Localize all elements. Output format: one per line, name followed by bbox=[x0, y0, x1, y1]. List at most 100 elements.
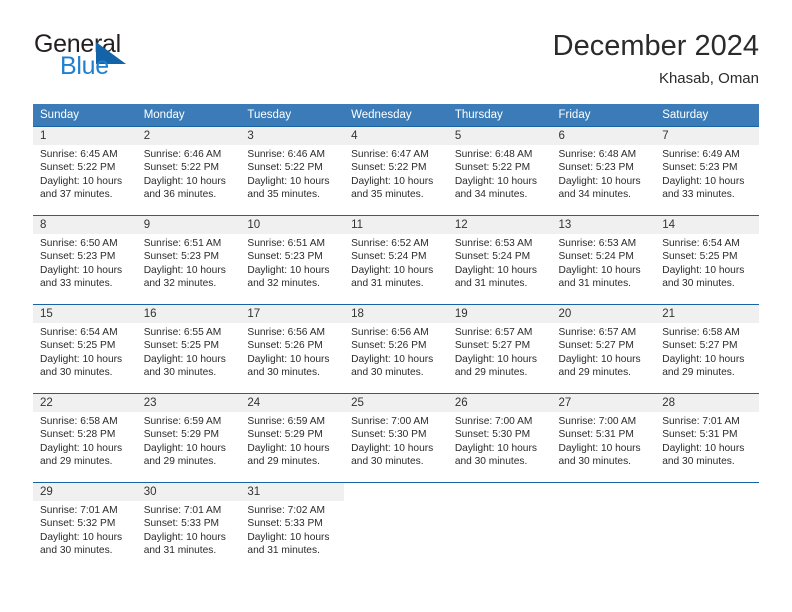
day-cell[interactable]: 11 Sunrise: 6:52 AM Sunset: 5:24 PM Dayligh… bbox=[344, 215, 448, 304]
day-cell-empty bbox=[447, 482, 552, 571]
sunset-text: Sunset: 5:22 PM bbox=[351, 162, 427, 174]
day-number: 17 bbox=[240, 305, 345, 323]
sunset-text: Sunset: 5:33 PM bbox=[143, 518, 220, 530]
day-cell[interactable]: 16 Sunrise: 6:55 AM Sunset: 5:25 PM Dayligh… bbox=[136, 304, 241, 393]
sunset-text: Sunset: 5:27 PM bbox=[558, 340, 634, 352]
day-cell[interactable]: 1 Sunrise: 6:45 AM Sunset: 5:22 PM Daylight… bbox=[33, 126, 137, 215]
day-cell[interactable]: 17 Sunrise: 6:56 AM Sunset: 5:26 PM Dayligh… bbox=[240, 304, 345, 393]
day-cell[interactable]: 8 Sunrise: 6:50 AM Sunset: 5:23 PM Daylight… bbox=[33, 215, 137, 304]
daylight-text-line2: and 30 minutes. bbox=[662, 456, 735, 468]
day-info: Sunrise: 6:51 AM Sunset: 5:23 PM Daylight:… bbox=[137, 234, 241, 291]
day-number: 14 bbox=[655, 216, 759, 234]
sunset-text: Sunset: 5:22 PM bbox=[454, 162, 531, 174]
day-number: 20 bbox=[551, 305, 656, 323]
day-number: 8 bbox=[33, 216, 137, 234]
day-cell[interactable]: 14 Sunrise: 6:54 AM Sunset: 5:25 PM Dayligh… bbox=[655, 215, 759, 304]
day-number: 16 bbox=[136, 305, 241, 323]
day-cell[interactable]: 5 Sunrise: 6:48 AM Sunset: 5:22 PM Daylight… bbox=[447, 126, 552, 215]
day-cell[interactable]: 15 Sunrise: 6:54 AM Sunset: 5:25 PM Dayligh… bbox=[33, 304, 137, 393]
day-number: 2 bbox=[136, 127, 241, 145]
calendar-cell: 8 Sunrise: 6:50 AM Sunset: 5:23 PM Daylight… bbox=[33, 215, 137, 304]
day-cell[interactable]: 23 Sunrise: 6:59 AM Sunset: 5:29 PM Dayligh… bbox=[136, 393, 241, 482]
day-info: Sunrise: 7:02 AM Sunset: 5:33 PM Daylight:… bbox=[240, 501, 344, 558]
calendar-cell: 6 Sunrise: 6:48 AM Sunset: 5:23 PM Daylight… bbox=[551, 126, 656, 215]
day-info: Sunrise: 6:54 AM Sunset: 5:25 PM Daylight:… bbox=[655, 234, 759, 291]
day-cell[interactable]: 27 Sunrise: 7:00 AM Sunset: 5:31 PM Dayligh… bbox=[551, 393, 656, 482]
day-info: Sunrise: 6:56 AM Sunset: 5:26 PM Daylight:… bbox=[240, 323, 344, 380]
daylight-text-line2: and 35 minutes. bbox=[247, 189, 320, 201]
sunrise-text: Sunrise: 6:54 AM bbox=[662, 238, 740, 249]
day-cell[interactable]: 28 Sunrise: 7:01 AM Sunset: 5:31 PM Dayligh… bbox=[655, 393, 759, 482]
day-number: 3 bbox=[240, 127, 345, 145]
sunrise-text: Sunrise: 6:56 AM bbox=[247, 327, 325, 338]
day-cell[interactable]: 9 Sunrise: 6:51 AM Sunset: 5:23 PM Daylight… bbox=[136, 215, 241, 304]
calendar-cell: 29 Sunrise: 7:01 AM Sunset: 5:32 PM Dayligh… bbox=[33, 482, 137, 571]
calendar-cell: 5 Sunrise: 6:48 AM Sunset: 5:22 PM Daylight… bbox=[447, 126, 552, 215]
day-number: 23 bbox=[136, 394, 241, 412]
daylight-text-line2: and 32 minutes. bbox=[143, 278, 217, 290]
daylight-text-line2: and 31 minutes. bbox=[351, 278, 424, 290]
day-cell[interactable]: 3 Sunrise: 6:46 AM Sunset: 5:22 PM Daylight… bbox=[240, 126, 345, 215]
day-cell[interactable]: 30 Sunrise: 7:01 AM Sunset: 5:33 PM Dayligh… bbox=[136, 482, 241, 571]
day-cell[interactable]: 29 Sunrise: 7:01 AM Sunset: 5:32 PM Dayligh… bbox=[33, 482, 137, 571]
daylight-text-line2: and 31 minutes. bbox=[558, 278, 632, 290]
day-cell[interactable]: 22 Sunrise: 6:58 AM Sunset: 5:28 PM Dayligh… bbox=[33, 393, 137, 482]
daylight-text-line1: Daylight: 10 hours bbox=[558, 175, 641, 187]
sunrise-text: Sunrise: 6:51 AM bbox=[247, 238, 325, 249]
daylight-text-line2: and 30 minutes. bbox=[40, 367, 113, 379]
calendar-grid: Sunday Monday Tuesday Wednesday Thursday… bbox=[33, 104, 759, 571]
day-cell[interactable]: 19 Sunrise: 6:57 AM Sunset: 5:27 PM Dayligh… bbox=[447, 304, 552, 393]
weekday-header-wednesday: Wednesday bbox=[344, 104, 448, 126]
day-cell[interactable]: 13 Sunrise: 6:53 AM Sunset: 5:24 PM Dayligh… bbox=[551, 215, 656, 304]
day-cell[interactable]: 4 Sunrise: 6:47 AM Sunset: 5:22 PM Daylight… bbox=[344, 126, 448, 215]
calendar-cell: 26 Sunrise: 7:00 AM Sunset: 5:30 PM Dayligh… bbox=[447, 393, 552, 482]
sunrise-text: Sunrise: 6:46 AM bbox=[247, 149, 325, 160]
day-cell[interactable]: 25 Sunrise: 7:00 AM Sunset: 5:30 PM Dayligh… bbox=[344, 393, 448, 482]
daylight-text-line2: and 37 minutes. bbox=[40, 189, 113, 201]
sunset-text: Sunset: 5:30 PM bbox=[351, 429, 427, 441]
daylight-text-line1: Daylight: 10 hours bbox=[247, 442, 330, 454]
daylight-text-line1: Daylight: 10 hours bbox=[662, 353, 745, 365]
daylight-text-line1: Daylight: 10 hours bbox=[247, 353, 330, 365]
calendar-cell: 21 Sunrise: 6:58 AM Sunset: 5:27 PM Dayligh… bbox=[655, 304, 759, 393]
sunrise-text: Sunrise: 6:51 AM bbox=[143, 238, 222, 249]
day-cell[interactable]: 2 Sunrise: 6:46 AM Sunset: 5:22 PM Daylight… bbox=[136, 126, 241, 215]
day-cell[interactable]: 24 Sunrise: 6:59 AM Sunset: 5:29 PM Dayligh… bbox=[240, 393, 345, 482]
calendar-cell: 13 Sunrise: 6:53 AM Sunset: 5:24 PM Dayligh… bbox=[551, 215, 656, 304]
day-cell[interactable]: 31 Sunrise: 7:02 AM Sunset: 5:33 PM Dayligh… bbox=[240, 482, 345, 571]
sunrise-text: Sunrise: 6:55 AM bbox=[143, 327, 222, 338]
day-cell[interactable]: 6 Sunrise: 6:48 AM Sunset: 5:23 PM Daylight… bbox=[551, 126, 656, 215]
daylight-text-line1: Daylight: 10 hours bbox=[662, 442, 745, 454]
sunrise-text: Sunrise: 6:47 AM bbox=[351, 149, 429, 160]
day-cell[interactable]: 10 Sunrise: 6:51 AM Sunset: 5:23 PM Dayligh… bbox=[240, 215, 345, 304]
day-number: 6 bbox=[551, 127, 656, 145]
calendar-cell: 15 Sunrise: 6:54 AM Sunset: 5:25 PM Dayligh… bbox=[33, 304, 137, 393]
daylight-text-line2: and 29 minutes. bbox=[40, 456, 113, 468]
sunrise-text: Sunrise: 6:48 AM bbox=[454, 149, 533, 160]
sunset-text: Sunset: 5:30 PM bbox=[454, 429, 531, 441]
brand-logo[interactable]: General Blue bbox=[33, 28, 263, 90]
day-cell[interactable]: 18 Sunrise: 6:56 AM Sunset: 5:26 PM Dayligh… bbox=[344, 304, 448, 393]
day-info: Sunrise: 7:01 AM Sunset: 5:33 PM Daylight:… bbox=[137, 501, 241, 558]
daylight-text-line1: Daylight: 10 hours bbox=[454, 175, 537, 187]
day-cell[interactable]: 21 Sunrise: 6:58 AM Sunset: 5:27 PM Dayligh… bbox=[655, 304, 759, 393]
daylight-text-line2: and 29 minutes. bbox=[558, 367, 632, 379]
day-cell[interactable]: 26 Sunrise: 7:00 AM Sunset: 5:30 PM Dayligh… bbox=[447, 393, 552, 482]
weekday-header-friday: Friday bbox=[551, 104, 656, 126]
daylight-text-line1: Daylight: 10 hours bbox=[454, 264, 537, 276]
day-info: Sunrise: 7:00 AM Sunset: 5:30 PM Daylight:… bbox=[448, 412, 552, 469]
day-info: Sunrise: 6:51 AM Sunset: 5:23 PM Daylight:… bbox=[240, 234, 344, 291]
page-title: December 2024 bbox=[552, 30, 759, 62]
weekday-header-monday: Monday bbox=[136, 104, 241, 126]
calendar-week-row: 22 Sunrise: 6:58 AM Sunset: 5:28 PM Dayligh… bbox=[33, 393, 759, 482]
day-cell[interactable]: 20 Sunrise: 6:57 AM Sunset: 5:27 PM Dayligh… bbox=[551, 304, 656, 393]
day-info: Sunrise: 6:56 AM Sunset: 5:26 PM Daylight:… bbox=[344, 323, 448, 380]
day-info: Sunrise: 6:55 AM Sunset: 5:25 PM Daylight:… bbox=[137, 323, 241, 380]
day-cell[interactable]: 7 Sunrise: 6:49 AM Sunset: 5:23 PM Daylight… bbox=[655, 126, 759, 215]
sunrise-text: Sunrise: 6:48 AM bbox=[558, 149, 637, 160]
daylight-text-line1: Daylight: 10 hours bbox=[351, 264, 434, 276]
sunrise-text: Sunrise: 7:00 AM bbox=[558, 416, 637, 427]
calendar-cell: 20 Sunrise: 6:57 AM Sunset: 5:27 PM Dayligh… bbox=[551, 304, 656, 393]
day-cell[interactable]: 12 Sunrise: 6:53 AM Sunset: 5:24 PM Dayligh… bbox=[447, 215, 552, 304]
calendar-cell: 1 Sunrise: 6:45 AM Sunset: 5:22 PM Daylight… bbox=[33, 126, 137, 215]
